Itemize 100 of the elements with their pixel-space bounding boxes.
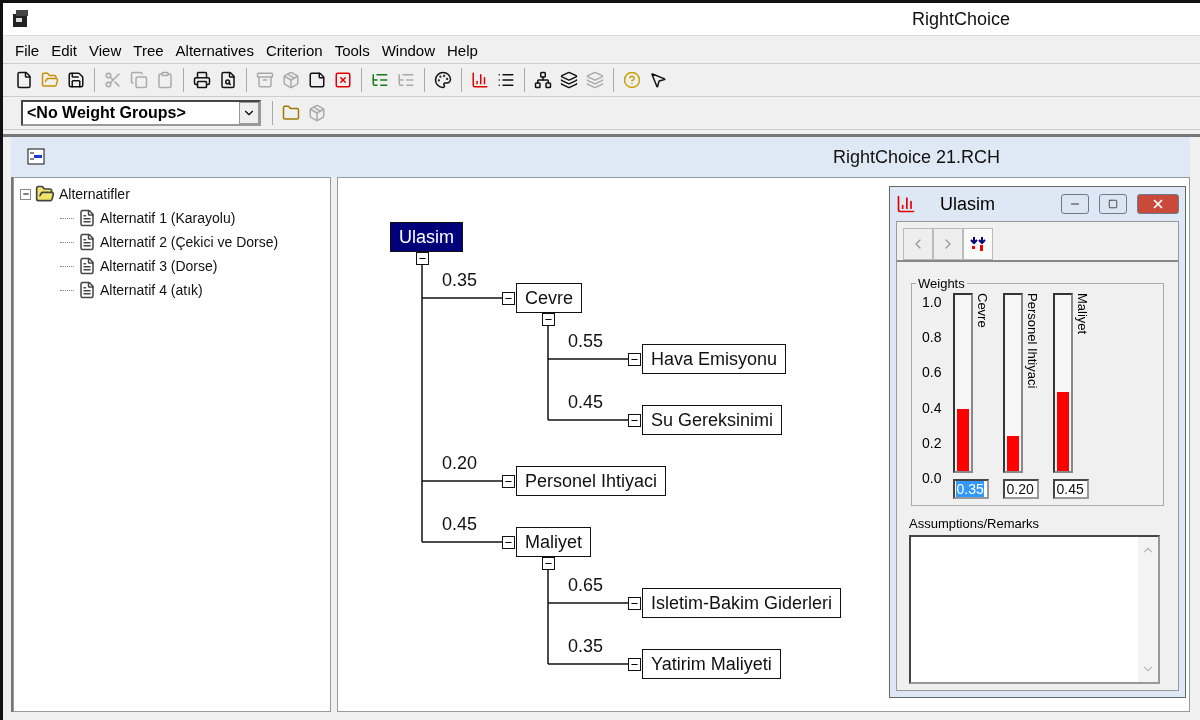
bar-label: Maliyet: [1075, 293, 1091, 337]
scissors-icon: [104, 71, 122, 89]
app-icon: [11, 9, 31, 29]
document-icon: [27, 147, 47, 167]
package-icon: [282, 71, 300, 89]
document-icon: [78, 281, 96, 299]
weights-icon: [969, 235, 987, 253]
folder-icon: [282, 104, 300, 122]
layers-icon: [560, 71, 578, 89]
archive-icon: [256, 71, 274, 89]
open-folder-icon: [41, 71, 59, 89]
maximize-button[interactable]: [1099, 194, 1127, 214]
bar-chart-icon: [471, 71, 489, 89]
weight-bar[interactable]: [1007, 435, 1020, 471]
document-icon: [78, 257, 96, 275]
collapse-toggle[interactable]: [542, 557, 555, 570]
maximize-icon: [1108, 199, 1118, 209]
note-icon: [308, 71, 326, 89]
bar-label: Personel Ihtiyaci: [1025, 293, 1041, 391]
alternative-item[interactable]: Alternatif 4 (atık): [100, 282, 203, 298]
delete-icon: [334, 71, 352, 89]
menu-item[interactable]: Tools: [328, 40, 376, 61]
weights-tab[interactable]: [963, 228, 993, 260]
palette-icon: [434, 71, 452, 89]
print-preview-icon: [219, 71, 237, 89]
menu-item[interactable]: Window: [375, 40, 442, 61]
list-tree-icon: [371, 71, 389, 89]
criterion-node[interactable]: Hava Emisyonu: [642, 344, 787, 374]
axis-tick: 0.8: [922, 330, 942, 345]
weight-label: 0.45: [568, 392, 604, 413]
criterion-node[interactable]: Su Gereksinimi: [642, 405, 783, 435]
remarks-label: Assumptions/Remarks: [909, 516, 1041, 531]
collapse-toggle[interactable]: [628, 658, 641, 671]
weight-label: 0.55: [568, 331, 604, 352]
document-title: RightChoice 21.RCH: [832, 146, 1000, 168]
criterion-node[interactable]: Maliyet: [516, 527, 591, 557]
weight-label: 0.20: [442, 453, 478, 474]
collapse-toggle[interactable]: [628, 597, 641, 610]
remarks-field[interactable]: [909, 535, 1160, 684]
list-icon: [497, 71, 515, 89]
weight-field[interactable]: 0.45: [1053, 479, 1090, 499]
bar-label: Cevre: [975, 293, 991, 330]
new-file-icon: [15, 71, 33, 89]
package-icon: [308, 104, 326, 122]
alternative-item[interactable]: Alternatif 3 (Dorse): [100, 258, 218, 274]
criterion-node[interactable]: Yatirim Maliyeti: [642, 649, 781, 679]
menu-item[interactable]: Criterion: [259, 40, 329, 61]
collapse-toggle[interactable]: [502, 292, 515, 305]
axis-tick: 0.2: [922, 435, 942, 450]
close-button[interactable]: [1137, 194, 1179, 214]
axis-tick: 0.4: [922, 400, 942, 415]
collapse-toggle[interactable]: [628, 353, 641, 366]
save-icon: [67, 71, 85, 89]
minus-icon: [21, 190, 30, 198]
folder-label[interactable]: Alternatifler: [59, 186, 130, 202]
close-icon: [1151, 197, 1165, 211]
menu-item[interactable]: Edit: [45, 40, 84, 61]
axis-tick: 1.0: [922, 295, 942, 309]
criterion-node[interactable]: Ulasim: [390, 222, 463, 252]
weight-label: 0.45: [442, 514, 478, 535]
copy-icon: [130, 71, 148, 89]
collapse-toggle[interactable]: [20, 188, 31, 200]
scrollbar[interactable]: [1138, 537, 1158, 682]
collapse-toggle[interactable]: [542, 313, 555, 326]
criterion-node[interactable]: Isletim-Bakim Giderleri: [642, 588, 842, 618]
document-icon: [78, 209, 96, 227]
bar-chart-icon: [896, 194, 916, 214]
group-label: Weights: [917, 276, 966, 291]
list-tree-icon: [397, 71, 415, 89]
criterion-node[interactable]: Cevre: [516, 283, 582, 313]
weight-label: 0.35: [442, 270, 478, 291]
weight-bar[interactable]: [1057, 391, 1070, 471]
clipboard-icon: [156, 71, 174, 89]
criterion-node[interactable]: Personel Ihtiyaci: [516, 466, 667, 496]
alternative-item[interactable]: Alternatif 1 (Karayolu): [100, 210, 236, 226]
dialog-title: Ulasim: [939, 193, 996, 215]
folder-icon: [35, 184, 55, 204]
layers-icon: [586, 71, 604, 89]
menu-item[interactable]: Tree: [127, 40, 170, 61]
axis-tick: 0.6: [922, 365, 942, 380]
menu-item[interactable]: Help: [441, 40, 484, 61]
menu-item[interactable]: Alternatives: [169, 40, 260, 61]
window-title: RightChoice: [911, 8, 1010, 30]
pointer-help-icon: [649, 71, 667, 89]
menu-item[interactable]: File: [9, 40, 46, 61]
weight-field[interactable]: 0.20: [1003, 479, 1040, 499]
minimize-button[interactable]: [1061, 194, 1089, 214]
document-icon: [78, 233, 96, 251]
weight-bar[interactable]: [957, 409, 970, 471]
axis-tick: 0.0: [922, 470, 942, 485]
collapse-toggle[interactable]: [628, 414, 641, 427]
weight-group-dropdown[interactable]: <No Weight Groups>: [21, 100, 261, 126]
menu-item[interactable]: View: [83, 40, 128, 61]
collapse-toggle[interactable]: [502, 536, 515, 549]
collapse-toggle[interactable]: [416, 252, 429, 265]
alternative-item[interactable]: Alternatif 2 (Çekici ve Dorse): [100, 234, 279, 250]
collapse-toggle[interactable]: [502, 475, 515, 488]
hierarchy-icon: [534, 71, 552, 89]
weight-label: 0.65: [568, 575, 604, 596]
weight-label: 0.35: [568, 636, 604, 657]
